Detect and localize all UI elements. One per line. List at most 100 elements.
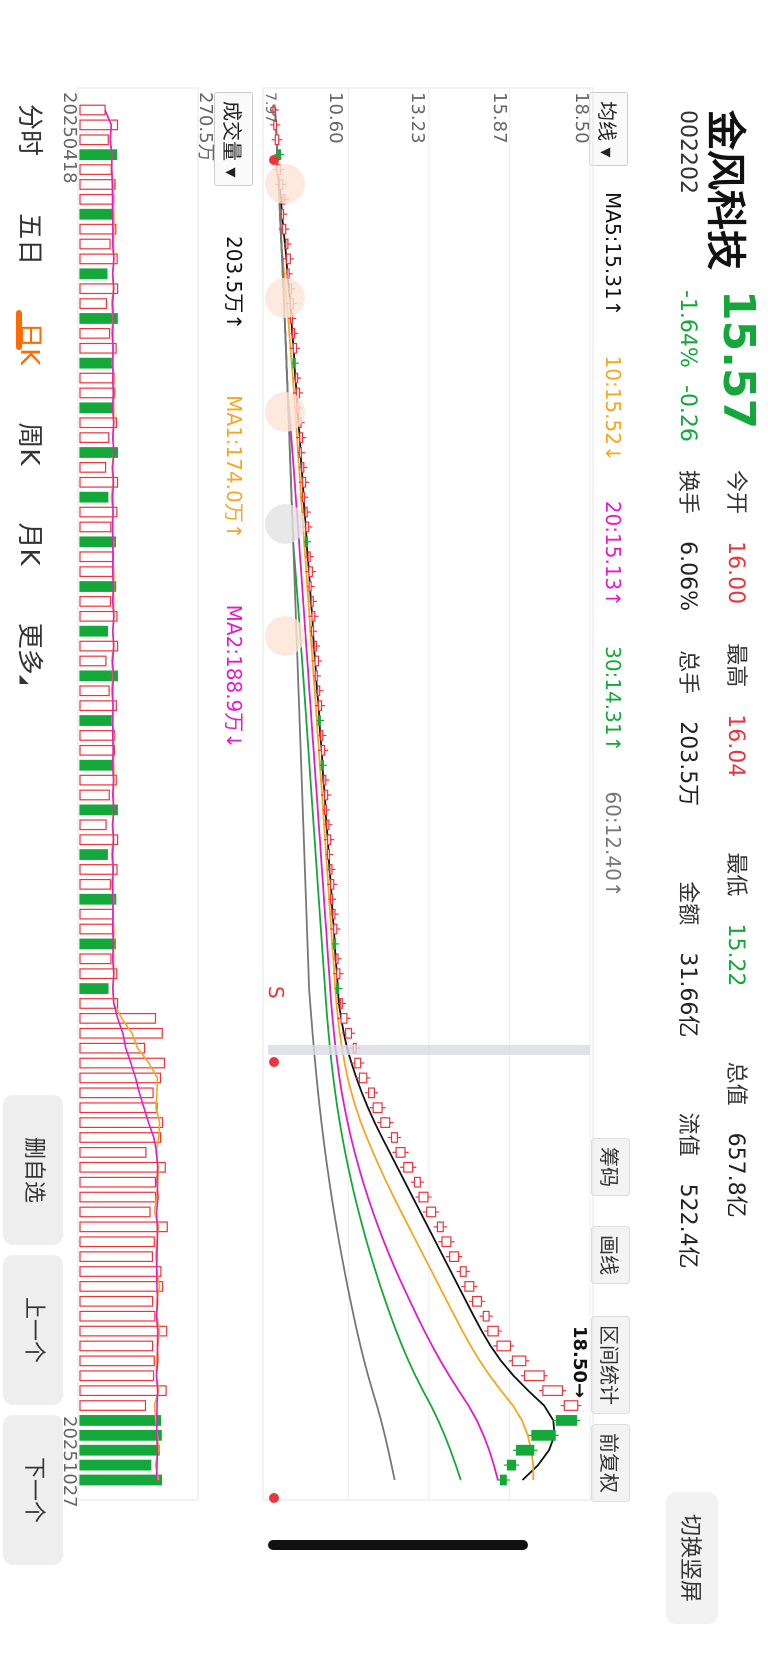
candle-body (286, 253, 291, 265)
candle-body (563, 1400, 579, 1411)
candle-body (372, 1102, 383, 1114)
ma-lines (274, 109, 556, 1481)
candle-body (310, 596, 314, 607)
candle-body (292, 327, 296, 339)
candle-body (301, 462, 305, 473)
volume-bar (79, 357, 114, 369)
volume-bar (79, 462, 107, 473)
volume-bar (79, 864, 118, 875)
volume-bar (79, 1176, 157, 1188)
next-button[interactable]: 下一个 (3, 1415, 63, 1565)
remove-favorite-button[interactable]: 删自选 (3, 1095, 63, 1245)
tab-weekly-k[interactable]: 周K (14, 422, 44, 465)
volume-bar (79, 1459, 152, 1471)
volume-bar (79, 1429, 162, 1441)
candle-body (281, 223, 287, 235)
candle-body (304, 506, 308, 518)
volume-bar (79, 849, 108, 860)
kline-chart[interactable] (0, 0, 768, 1663)
volume-bar (79, 1325, 168, 1337)
price-tick: 10.60 (325, 92, 346, 144)
candle-body (323, 804, 328, 816)
tab-intraday[interactable]: 分时 (14, 104, 44, 156)
candle-body (358, 1072, 368, 1084)
volume-bar (79, 878, 111, 890)
volume-bar (79, 685, 110, 697)
volume-selector-label: 成交量 (220, 101, 244, 161)
candle-body (280, 208, 285, 220)
price-tick: 18.50 (571, 92, 592, 144)
candle-body (323, 789, 329, 801)
candle-body (295, 372, 299, 384)
candle-body (308, 581, 312, 592)
candle-body (542, 1385, 564, 1397)
volume-bar (79, 566, 114, 578)
volume-bar (79, 1281, 164, 1292)
candle-body (511, 1355, 527, 1367)
candle-body (330, 878, 335, 890)
active-tab-indicator (16, 310, 22, 350)
candle-body (354, 1057, 362, 1069)
candle-body (320, 730, 324, 741)
volume-bar (79, 744, 116, 756)
volume-bar (79, 700, 117, 712)
candle-body (441, 1236, 452, 1248)
volume-bar (79, 536, 116, 548)
ma-line-10 (274, 109, 535, 1481)
event-dot (269, 1493, 279, 1503)
volume-bar (79, 581, 117, 592)
candle-body (332, 908, 336, 920)
candle-body (299, 432, 304, 443)
candle-body (395, 1147, 406, 1158)
candle-body (317, 700, 323, 712)
volume-bar (79, 432, 110, 443)
volume-bar (79, 387, 116, 399)
volume-bar (79, 1072, 162, 1084)
volume-bar (79, 193, 115, 205)
candle-body (333, 923, 338, 935)
volume-bar (79, 1087, 154, 1099)
volume-bar (79, 253, 118, 265)
volume-bar (79, 1400, 147, 1411)
volume-bar (79, 730, 116, 741)
candle-body (487, 1325, 499, 1337)
candle-body (336, 983, 340, 994)
volume-bar (79, 908, 114, 920)
candle-body (285, 238, 289, 250)
volume-bar (79, 372, 115, 384)
candle-body (482, 1310, 490, 1322)
x-start-label: 20250418 (59, 92, 80, 184)
drawing-tool-icon (265, 616, 305, 656)
candle-body (298, 447, 302, 458)
candle-body (326, 819, 330, 831)
period-tabs: 分时 五日 日K 周K 月K 更多◢ (13, 104, 50, 684)
previous-button[interactable]: 上一个 (3, 1255, 63, 1405)
volume-ma-item: MA1:174.0万↑ (222, 395, 246, 540)
candle-body (436, 1221, 444, 1233)
volume-bar (79, 104, 106, 116)
candle-body (449, 1251, 460, 1263)
candle-body (329, 893, 334, 905)
candle-body (311, 610, 316, 622)
volume-bar (79, 1355, 155, 1367)
tab-five-day[interactable]: 五日 (14, 213, 44, 265)
volume-bar (79, 596, 112, 607)
volume-ma-values: 203.5万↑ MA1:174.0万↑ MA2:188.9万↓ (221, 236, 250, 749)
volume-bar (79, 953, 112, 965)
tab-monthly-k[interactable]: 月K (14, 523, 44, 566)
volume-bar (79, 610, 118, 622)
candle-body (464, 1281, 475, 1292)
drawing-tool-icon (265, 164, 305, 204)
tab-more[interactable]: 更多◢ (14, 623, 44, 684)
candle-body (329, 864, 333, 875)
volume-bar (79, 1370, 155, 1382)
candle-body (339, 998, 343, 1009)
volume-bar (79, 1310, 156, 1322)
volume-bar (79, 1206, 151, 1218)
candle-body (320, 759, 324, 771)
candle-body (326, 849, 331, 860)
candle-body (327, 834, 332, 846)
candle-body (292, 357, 296, 369)
volume-bar (79, 938, 116, 950)
candle-body (345, 1027, 353, 1039)
